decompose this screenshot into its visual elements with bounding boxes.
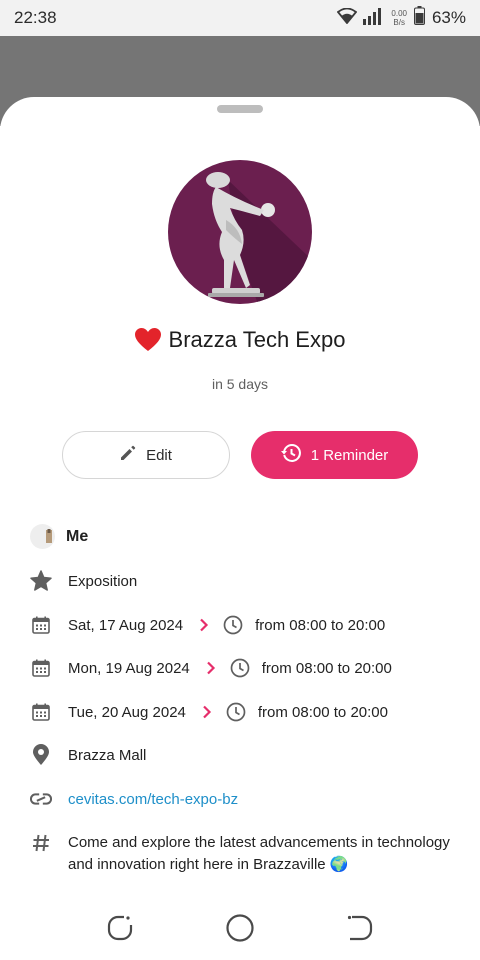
wifi-icon [337,7,358,29]
recent-apps-icon [107,915,133,940]
schedule-time: from 08:00 to 20:00 [261,659,392,677]
link-icon [30,788,52,810]
schedule-row[interactable]: Tue, 20 Aug 2024 from 08:00 to 20:00 [30,701,388,723]
owner-name: Me [66,527,89,545]
status-bar: 22:38 0.00 B/s 63% [0,0,480,36]
chevron-right-icon [199,618,209,632]
schedule-date: Mon, 19 Aug 2024 [68,659,190,677]
event-title-row: Brazza Tech Expo [0,327,480,353]
calendar-icon [30,614,52,636]
reminder-button[interactable]: 1 Reminder [251,431,418,479]
calendar-icon [30,701,52,723]
owner-avatar [30,524,55,549]
location-label: Brazza Mall [68,746,147,764]
schedule-row[interactable]: Sat, 17 Aug 2024 from 08:00 to 20:00 [30,614,385,636]
network-speed: 0.00 B/s [391,9,407,27]
edit-button[interactable]: Edit [62,431,230,479]
star-badge-icon [30,570,52,592]
status-indicators: 0.00 B/s 63% [337,6,466,30]
event-link[interactable]: cevitas.com/tech-expo-bz [68,791,238,808]
event-description: Come and explore the latest advancements… [68,834,450,873]
hashtag-icon [30,832,52,854]
location-row[interactable]: Brazza Mall [30,744,146,766]
discus-thrower-statue-image [168,160,312,304]
home-icon [226,913,254,942]
location-pin-icon [30,744,52,766]
home-button[interactable] [225,913,255,943]
category-label: Exposition [68,572,138,590]
schedule-date: Sat, 17 Aug 2024 [68,616,184,634]
battery-percent: 63% [431,8,466,27]
pencil-icon [120,445,136,465]
net-speed-value: 0.00 [391,9,407,18]
event-countdown: in 5 days [211,376,269,392]
schedule-date: Tue, 20 Aug 2024 [68,703,186,721]
link-row[interactable]: cevitas.com/tech-expo-bz [30,788,238,810]
chevron-right-icon [206,661,216,675]
clock-icon [230,658,250,678]
edit-label: Edit [146,446,172,464]
description-row: Come and explore the latest advancements… [30,832,458,876]
clock-icon [223,615,243,635]
history-icon [280,443,301,467]
schedule-row[interactable]: Mon, 19 Aug 2024 from 08:00 to 20:00 [30,657,392,679]
battery-icon [413,6,425,30]
recent-apps-button[interactable] [105,913,135,943]
system-navigation-bar [0,895,480,960]
event-image [168,160,312,304]
status-time: 22:38 [14,8,57,27]
event-title: Brazza Tech Expo [168,327,346,352]
schedule-time: from 08:00 to 20:00 [257,703,388,721]
chevron-right-icon [202,705,212,719]
back-button[interactable] [345,913,375,943]
clock-icon [226,702,246,722]
schedule-time: from 08:00 to 20:00 [255,616,386,634]
calendar-icon [30,657,52,679]
reminder-label: 1 Reminder [310,446,389,464]
owner-row: Me [30,524,88,549]
back-icon [347,915,373,940]
signal-icon [362,7,384,30]
net-speed-unit: B/s [393,18,405,27]
event-details-sheet: Brazza Tech Expo in 5 days Edit 1 Remind… [0,97,480,960]
category-row: Exposition [30,570,137,592]
heart-icon [134,328,161,352]
drag-handle[interactable] [217,105,263,113]
